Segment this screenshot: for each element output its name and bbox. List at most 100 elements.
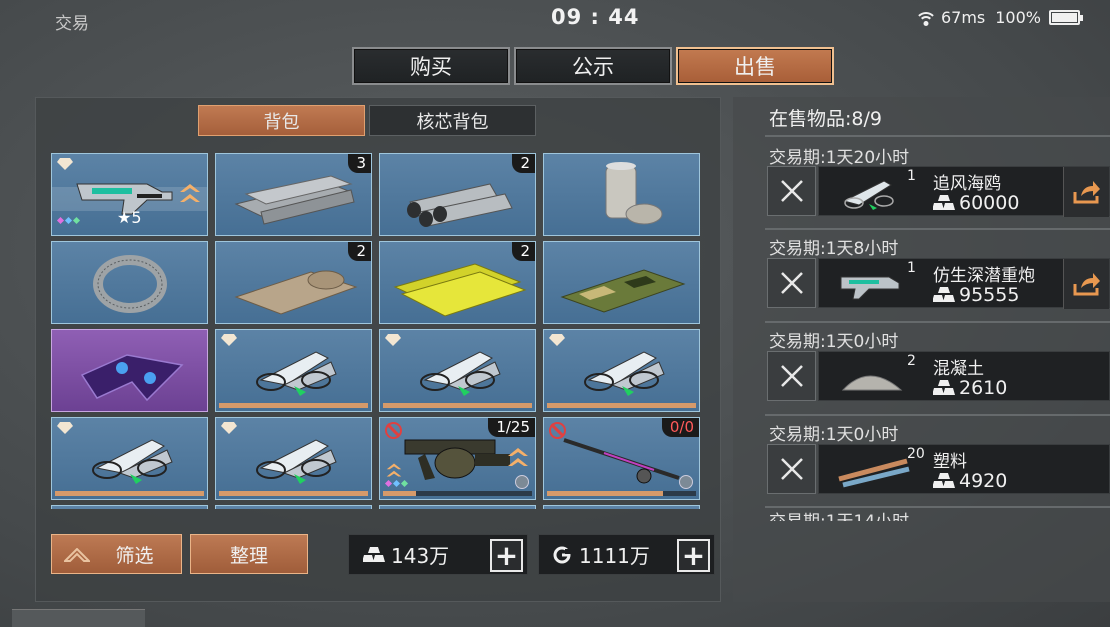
sale-listing: 1 追风海鸥 60000 — [767, 166, 1110, 217]
inventory-slot-glider[interactable] — [379, 329, 536, 412]
gem-icon — [57, 158, 73, 170]
trade-period: 交易期:1天0小时 — [769, 332, 899, 352]
inventory-slot[interactable] — [51, 505, 208, 509]
listing-price: 95555 — [933, 284, 1019, 306]
filter-icon — [64, 548, 90, 562]
listing-info[interactable]: 20 塑料 4920 — [818, 444, 1110, 494]
tab-core-backpack[interactable]: 核芯背包 — [369, 105, 536, 136]
inventory-slot-yellow-sheets[interactable]: 2 — [379, 241, 536, 324]
durability-bar — [383, 403, 532, 408]
battery-text: 100% — [995, 8, 1041, 27]
on-sale-count: 在售物品:8/9 — [769, 108, 882, 130]
inventory-slot-glider[interactable] — [215, 329, 372, 412]
gold-bars-icon — [933, 473, 955, 488]
inventory-slot-gun-blueprint[interactable]: ★5 — [51, 153, 208, 236]
durability-bar — [383, 491, 532, 496]
item-count: 2 — [512, 154, 535, 173]
back-tab[interactable] — [12, 609, 145, 627]
quality-dots — [384, 479, 409, 488]
trade-period: 交易期:1天0小时 — [769, 425, 899, 445]
sale-listing: 1 仿生深潜重炮 95555 — [767, 258, 1110, 309]
inventory-slot-wire-coil[interactable] — [51, 241, 208, 324]
inventory-slot-purple-glider[interactable] — [51, 329, 208, 412]
clock: 09 : 44 — [551, 5, 640, 29]
gold-bars-icon — [933, 195, 955, 210]
ping-text: 67ms — [940, 8, 986, 27]
tab-sell[interactable]: 出售 — [676, 47, 834, 85]
g-coin-amount: 1111万 — [579, 544, 650, 568]
cancel-listing-button[interactable] — [767, 444, 816, 494]
lock-icon — [515, 475, 529, 489]
durability-bar — [547, 491, 696, 496]
listing-price: 4920 — [933, 470, 1007, 492]
inventory-slot-camo-fabric[interactable] — [543, 241, 700, 324]
inventory-slot-leather-roll[interactable]: 2 — [215, 241, 372, 324]
trade-screen: 交易 09 : 44 67ms 100% 购买 公示 出售 背包 核芯背包 ★5 — [0, 0, 1110, 627]
listing-info[interactable]: 1 追风海鸥 60000 — [818, 166, 1110, 217]
close-icon — [780, 272, 803, 294]
inventory-slot[interactable] — [215, 505, 372, 509]
durability-bar — [219, 403, 368, 408]
glider-thumb-icon — [842, 180, 894, 210]
listing-qty: 2 — [907, 353, 916, 369]
inventory-slot-steel-pipes[interactable]: 2 — [379, 153, 536, 236]
close-icon — [780, 458, 803, 480]
filter-label: 筛选 — [115, 544, 154, 567]
rank-chevron-icon — [508, 448, 528, 466]
inventory-slot-grenade-launcher[interactable]: 1/25 — [379, 417, 536, 500]
inventory-slot-glider[interactable] — [215, 417, 372, 500]
tab-publicity[interactable]: 公示 — [514, 47, 672, 85]
close-icon — [780, 365, 803, 387]
inventory-slot-fishing-rod[interactable]: 0/0 — [543, 417, 700, 500]
listing-info[interactable]: 2 混凝土 2610 — [818, 351, 1110, 401]
trade-period-partial: 交易期:1天14小时 — [769, 511, 909, 521]
inventory-grid: ★5 3 2 2 2 1/25 0/0 — [51, 153, 702, 509]
sort-button[interactable]: 整理 — [190, 534, 308, 574]
rank-chevron-icon — [386, 463, 402, 477]
listing-price: 60000 — [933, 192, 1019, 214]
inventory-slot-glider[interactable] — [543, 329, 700, 412]
cancel-listing-button[interactable] — [767, 258, 816, 308]
listing-qty: 1 — [907, 260, 916, 276]
gold-amount: 143万 — [391, 544, 450, 568]
tab-backpack[interactable]: 背包 — [198, 105, 365, 136]
inventory-slot[interactable] — [379, 505, 536, 509]
cancel-listing-button[interactable] — [767, 166, 816, 216]
trade-period: 交易期:1天20小时 — [769, 148, 910, 168]
add-gold-button[interactable]: + — [490, 539, 523, 572]
share-button[interactable] — [1063, 167, 1109, 217]
inventory-slot[interactable] — [543, 505, 700, 509]
filter-button[interactable]: 筛选 — [51, 534, 182, 574]
gold-bars-icon — [933, 287, 955, 302]
ammo-count: 1/25 — [488, 418, 535, 437]
lock-icon — [679, 475, 693, 489]
purple-glider-icon — [80, 354, 184, 402]
add-g-coin-button[interactable]: + — [677, 539, 710, 572]
trade-tabs: 购买 公示 出售 — [352, 47, 834, 85]
sale-listing: 2 混凝土 2610 — [767, 351, 1110, 401]
tab-buy[interactable]: 购买 — [352, 47, 510, 85]
close-icon — [780, 180, 803, 202]
rank-chevron-icon — [180, 184, 200, 202]
status-indicators: 67ms 100% — [914, 8, 1083, 27]
item-count: 2 — [348, 242, 371, 261]
gold-bars-icon — [363, 546, 385, 562]
glider-icon — [256, 439, 337, 484]
listing-name: 追风海鸥 — [933, 174, 1001, 194]
concrete-thumb-icon — [841, 375, 903, 391]
gold-currency: 143万 + — [348, 534, 528, 575]
wifi-icon — [914, 10, 937, 26]
durability-bar — [219, 491, 368, 496]
battery-icon — [1049, 10, 1083, 25]
inventory-slot-thread-spool[interactable] — [543, 153, 700, 236]
inventory-slot-steel-bars[interactable]: 3 — [215, 153, 372, 236]
item-count: 2 — [512, 242, 535, 261]
plastic-thumb-icon — [838, 458, 910, 488]
listing-price: 2610 — [933, 377, 1007, 399]
glider-icon — [92, 439, 173, 484]
cancel-listing-button[interactable] — [767, 351, 816, 401]
listing-qty: 1 — [907, 168, 916, 184]
listing-info[interactable]: 1 仿生深潜重炮 95555 — [818, 258, 1110, 309]
share-button[interactable] — [1063, 259, 1109, 309]
inventory-slot-glider[interactable] — [51, 417, 208, 500]
